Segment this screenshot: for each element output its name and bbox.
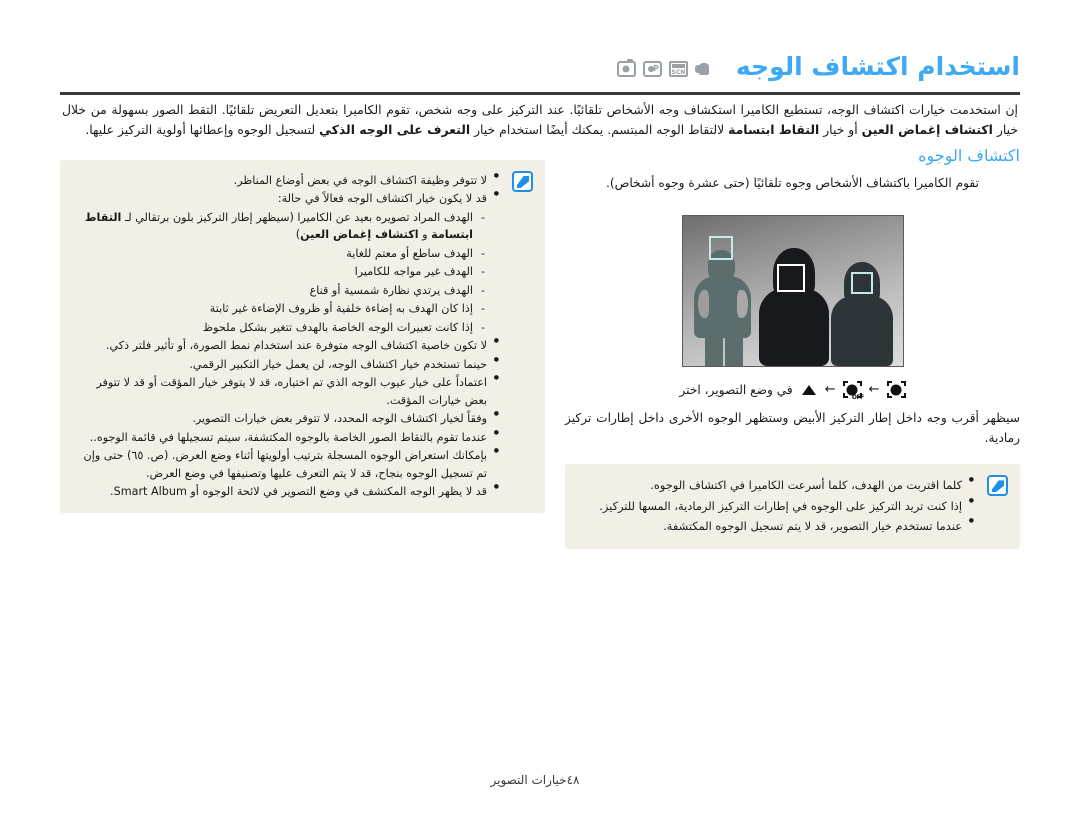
list-item-sub: إذا كانت تعبيرات الوجه الخاصة بالهدف تتغ… bbox=[76, 319, 499, 337]
instruction-text: في وضع التصوير، اختر bbox=[679, 382, 793, 397]
intro-bold-smart-face: التعرف على الوجه الذكي bbox=[319, 122, 471, 138]
note-pen-icon bbox=[512, 171, 533, 192]
instruction-line: ← OFF ← في وضع التصوير، اختر bbox=[565, 381, 1020, 402]
face-frame-left bbox=[708, 236, 733, 261]
illustration-wrapper bbox=[565, 215, 1020, 368]
manual-page: استخدام اكتشاف الوجه إن استخدمت خيارات ا… bbox=[0, 0, 1080, 815]
intro-line-2-c: أو خيار bbox=[819, 122, 862, 138]
face-detection-description: تقوم الكاميرا باكتشاف الأشخاص وجوه تلقائ… bbox=[605, 176, 979, 190]
left-content-column: اكتشاف الوجوه تقوم الكاميرا باكتشاف الأش… bbox=[565, 146, 1020, 549]
arrow-icon-1: ← bbox=[824, 382, 836, 398]
list-item: كلما اقتربت من الهدف، كلما أسرعت الكامير… bbox=[581, 475, 974, 495]
face-detection-illustration bbox=[681, 215, 904, 368]
instruction-result-text: سيظهر أقرب وجه داخل إطار التركيز الأبيض … bbox=[565, 411, 1020, 446]
list-item-sub: الهدف غير مواجه للكاميرا bbox=[76, 263, 499, 281]
face-detection-off-icon: OFF bbox=[842, 381, 864, 402]
list-item: لا تكون خاصية اكتشاف الوجه متوفرة عند اس… bbox=[76, 336, 499, 354]
face-detection-on-icon bbox=[886, 381, 906, 399]
intro-paragraph: إن استخدمت خيارات اكتشاف الوجه، تستطيع ا… bbox=[62, 100, 1018, 140]
off-label: OFF bbox=[851, 394, 864, 402]
list-item: قد لا يكون خيار اكتشاف الوجه فعالاً في ح… bbox=[76, 189, 499, 207]
mode-triangle-icon bbox=[801, 384, 816, 395]
list-item: إذا كنت تريد التركيز على الوجوه في إطارا… bbox=[581, 496, 974, 516]
face-frame-right bbox=[850, 272, 873, 295]
list-item-sub: الهدف يرتدي نظارة شمسية أو قناع bbox=[76, 282, 499, 300]
list-item-sub: إذا كان الهدف به إضاءة خلفية أو ظروف الإ… bbox=[76, 300, 499, 318]
right-content-column: لا تتوفر وظيفة اكتشاف الوجه في بعض أوضاع… bbox=[60, 160, 545, 514]
smart-auto-camera-icon bbox=[616, 59, 636, 77]
page-footer: ٤٨خيارات التصوير bbox=[0, 773, 1080, 787]
list-item: عندما تقوم بالتقاط الصور الخاصة بالوجوه … bbox=[76, 428, 499, 446]
list-item: لا تتوفر وظيفة اكتشاف الوجه في بعض أوضاع… bbox=[76, 171, 499, 189]
note-box-right: لا تتوفر وظيفة اكتشاف الوجه في بعض أوضاع… bbox=[60, 160, 545, 514]
intro-bold-smile-shot: التقاط ابتسامة bbox=[728, 122, 820, 138]
intro-line-1: إن استخدمت خيارات اكتشاف الوجه، تستطيع ا… bbox=[90, 102, 1018, 117]
section-title-face-detection: اكتشاف الوجوه bbox=[918, 146, 1020, 165]
list-item: حينما تستخدم خيار اكتشاف الوجه، لن يعمل … bbox=[76, 355, 499, 373]
list-item: وفقاً لخيار اكتشاف الوجه المحدد، لا تتوف… bbox=[76, 409, 499, 427]
arrow-icon-2: ← bbox=[868, 382, 880, 398]
program-mode-icon bbox=[642, 61, 662, 77]
note-left-list: كلما اقتربت من الهدف، كلما أسرعت الكامير… bbox=[581, 475, 974, 536]
face-frame-center bbox=[776, 264, 805, 293]
list-item-sub: الهدف المراد تصويره بعيد عن الكاميرا (سي… bbox=[76, 209, 499, 244]
header-divider bbox=[60, 92, 1020, 95]
list-item-sub: الهدف ساطع أو معتم للغاية bbox=[76, 245, 499, 263]
footer-section-label: خيارات التصوير bbox=[490, 773, 567, 787]
intro-line-2-d: لالتقاط الوجه المبتسم. يمكنك أيضًا استخد… bbox=[470, 122, 729, 138]
list-item: اعتماداً على خيار عيوب الوجه الذي تم اخت… bbox=[76, 373, 499, 409]
page-title: استخدام اكتشاف الوجه bbox=[735, 52, 1020, 82]
list-item: قد لا يظهر الوجه المكتشف في وضع التصوير … bbox=[76, 482, 499, 500]
smart-album-label: Smart Album bbox=[113, 484, 187, 498]
intro-bold-eye-blink: اكتشاف إغماض العين bbox=[861, 122, 993, 138]
footer-page-number: ٤٨ bbox=[566, 773, 580, 787]
page-header: استخدام اكتشاف الوجه bbox=[0, 44, 1080, 90]
note-pen-icon bbox=[987, 475, 1008, 497]
supported-modes-icon-group bbox=[616, 59, 714, 77]
intro-line-2-e: لتسجيل الوجوه وإعطائها أولوية التركيز عل… bbox=[85, 122, 320, 138]
note-right-list: لا تتوفر وظيفة اكتشاف الوجه في بعض أوضاع… bbox=[76, 171, 500, 500]
list-item: عندما تستخدم خيار التصوير، قد لا يتم تسج… bbox=[581, 516, 974, 536]
list-item: بإمكانك استعراض الوجوه المسجلة بترتيب أو… bbox=[76, 446, 500, 482]
note-box-left: كلما اقتربت من الهدف، كلما أسرعت الكامير… bbox=[565, 464, 1020, 549]
hand-dual-is-icon bbox=[694, 61, 714, 77]
person-silhouette-left bbox=[691, 250, 755, 367]
scene-mode-icon bbox=[668, 61, 688, 77]
